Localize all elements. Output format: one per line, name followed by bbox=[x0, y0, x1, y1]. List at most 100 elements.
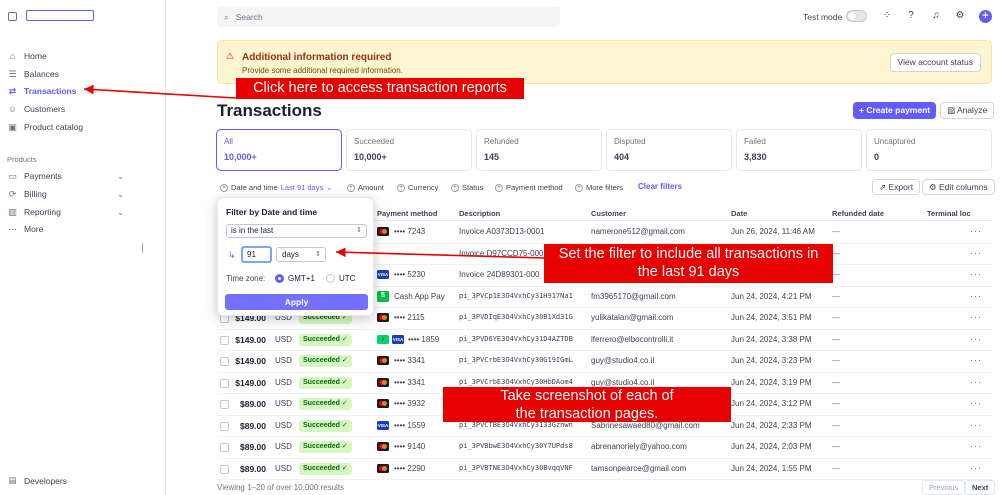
column-header-refunded-date[interactable]: Refunded date bbox=[832, 209, 884, 218]
timezone-utc-label: UTC bbox=[339, 274, 356, 283]
filter-currency[interactable]: + Currency bbox=[397, 181, 438, 194]
tile-uncaptured[interactable]: Uncaptured 0 bbox=[866, 129, 992, 171]
chevron-down-icon: ⌄ bbox=[326, 183, 333, 192]
condition-select[interactable]: is in the last ⇕ bbox=[226, 224, 367, 238]
column-header-payment-method[interactable]: Payment method bbox=[377, 209, 437, 218]
apply-button[interactable]: Apply bbox=[225, 294, 368, 310]
export-icon: ⇗ bbox=[879, 182, 887, 192]
filter-more[interactable]: + More filters bbox=[575, 181, 623, 194]
sidebar-item-home[interactable]: ⌂ Home bbox=[7, 49, 157, 63]
timezone-utc-radio[interactable] bbox=[326, 274, 335, 283]
remove-filter-icon: × bbox=[220, 183, 228, 192]
tile-refunded[interactable]: Refunded 145 bbox=[476, 129, 602, 171]
filter-date-and-time[interactable]: × Date and time Last 91 days ⌄ bbox=[220, 181, 333, 194]
previous-page-button[interactable]: Previous bbox=[922, 480, 966, 495]
home-icon: ⌂ bbox=[9, 51, 16, 61]
currency: USD bbox=[275, 356, 292, 365]
customer: tamsonpearce@gmail.com bbox=[591, 463, 687, 473]
tile-succeeded[interactable]: Succeeded 10,000+ bbox=[346, 129, 472, 171]
sidebar-item-transactions[interactable]: ⇄ Transactions bbox=[7, 84, 157, 98]
chevron-down-icon: ⌄ bbox=[117, 189, 124, 199]
link-icon: › bbox=[377, 334, 389, 344]
filter-payment-method[interactable]: + Payment method bbox=[495, 181, 563, 194]
row-actions-icon[interactable]: ··· bbox=[970, 269, 982, 279]
status-badge: Succeeded ✓ bbox=[299, 333, 352, 346]
sidebar-item-developers[interactable]: ▤ Developers bbox=[7, 475, 67, 486]
sidebar-item-billing[interactable]: ⟳ Billing ⌄ bbox=[7, 187, 157, 201]
tile-failed[interactable]: Failed 3,830 bbox=[736, 129, 862, 171]
customer: guy@studio4.co.il bbox=[591, 377, 655, 387]
row-checkbox[interactable] bbox=[220, 400, 229, 409]
developers-icon: ▤ bbox=[8, 475, 17, 485]
sidebar-item-reporting[interactable]: ▥ Reporting ⌄ bbox=[7, 205, 157, 219]
apps-icon[interactable]: ⁘ bbox=[881, 10, 893, 22]
currency: USD bbox=[275, 334, 292, 344]
sidebar-item-more[interactable]: ··· More bbox=[7, 222, 157, 236]
test-mode-toggle[interactable] bbox=[846, 10, 867, 22]
row-checkbox[interactable] bbox=[220, 443, 229, 452]
row-actions-icon[interactable]: ··· bbox=[970, 420, 982, 430]
row-actions-icon[interactable]: ··· bbox=[970, 441, 982, 451]
bell-icon[interactable]: ♫ bbox=[930, 10, 942, 22]
export-button[interactable]: ⇗ Export bbox=[872, 179, 921, 195]
column-header-terminal-location[interactable]: Terminal loc bbox=[927, 209, 971, 218]
search-icon: ⌕ bbox=[224, 11, 229, 22]
mastercard-icon bbox=[377, 377, 389, 387]
search-input[interactable]: ⌕ Search bbox=[217, 7, 560, 27]
gear-icon[interactable]: ⚙ bbox=[954, 10, 966, 22]
row-checkbox[interactable] bbox=[220, 335, 229, 345]
sidebar-item-product-catalog[interactable]: ▣ Product catalog bbox=[7, 120, 157, 134]
table-row[interactable]: $149.00 USD Succeeded ✓ › VISA •••• 1859 pi_3P… bbox=[217, 330, 992, 351]
row-actions-icon[interactable]: ··· bbox=[970, 355, 982, 365]
row-actions-icon[interactable]: ··· bbox=[970, 248, 982, 258]
add-filter-icon: + bbox=[495, 183, 503, 192]
unit-select[interactable]: days ⇕ bbox=[276, 247, 326, 262]
status-badge: Succeeded ✓ bbox=[299, 355, 352, 367]
days-number-input[interactable]: 91 bbox=[241, 246, 272, 263]
table-row[interactable]: $89.00 USD Succeeded ✓ •••• 2290 pi_3PVBTNE3… bbox=[217, 459, 992, 480]
row-actions-icon[interactable]: ··· bbox=[970, 312, 982, 322]
row-actions-icon[interactable]: ··· bbox=[970, 291, 982, 301]
row-actions-icon[interactable]: ··· bbox=[970, 377, 982, 387]
filter-status[interactable]: + Status bbox=[451, 181, 483, 194]
timezone-gmt-radio[interactable] bbox=[275, 274, 284, 283]
table-row[interactable]: $89.00 USD Succeeded ✓ •••• 9140 pi_3PVBbwE3… bbox=[217, 437, 992, 459]
row-checkbox[interactable] bbox=[220, 357, 229, 366]
clear-filters-link[interactable]: Clear filters bbox=[638, 182, 682, 191]
view-account-status-button[interactable]: View account status bbox=[889, 53, 981, 72]
currency: USD bbox=[275, 420, 292, 430]
row-actions-icon[interactable]: ··· bbox=[970, 226, 982, 236]
tile-all[interactable]: All 10,000+ bbox=[216, 129, 342, 171]
mastercard-icon bbox=[377, 227, 389, 236]
row-actions-icon[interactable]: ··· bbox=[970, 398, 982, 408]
date-filter-popup: Filter by Date and time is in the last ⇕… bbox=[217, 197, 374, 316]
column-header-customer[interactable]: Customer bbox=[591, 209, 626, 218]
row-checkbox[interactable] bbox=[220, 421, 229, 431]
sidebar-item-payments[interactable]: ▭ Payments ⌄ bbox=[7, 169, 157, 183]
description: Invoice D97CCD75-000 bbox=[459, 248, 544, 258]
filter-amount[interactable]: + Amount bbox=[347, 181, 384, 194]
sidebar-collapse-handle[interactable] bbox=[142, 243, 143, 253]
analyze-button[interactable]: ▨ Analyze bbox=[940, 102, 995, 119]
row-checkbox[interactable] bbox=[220, 378, 229, 388]
help-icon[interactable]: ? bbox=[905, 10, 917, 22]
create-payment-button[interactable]: + Create payment bbox=[853, 102, 937, 119]
tile-disputed[interactable]: Disputed 404 bbox=[606, 129, 732, 171]
edit-columns-button[interactable]: ⚙ Edit columns bbox=[922, 179, 995, 195]
row-checkbox[interactable] bbox=[220, 464, 229, 474]
refunded-date: — bbox=[832, 313, 840, 322]
row-actions-icon[interactable]: ··· bbox=[970, 334, 982, 344]
create-plus-button[interactable]: + bbox=[979, 10, 992, 23]
sidebar-item-balances[interactable]: ☰ Balances bbox=[7, 67, 157, 81]
sidebar-item-customers[interactable]: ☺ Customers bbox=[7, 102, 157, 116]
next-page-button[interactable]: Next bbox=[965, 480, 996, 495]
description: pi_3PVBTNE3O4VxhCy30BvqqVNF bbox=[459, 463, 573, 472]
mastercard-icon bbox=[377, 399, 389, 408]
add-filter-icon: + bbox=[575, 183, 583, 192]
table-row[interactable]: $149.00 USD Succeeded ✓ •••• 3341 pi_3PVCrbE… bbox=[217, 351, 992, 373]
account-switcher[interactable] bbox=[26, 10, 94, 21]
date: Jun 24, 2024, 3:12 PM bbox=[731, 399, 812, 408]
column-header-description[interactable]: Description bbox=[459, 209, 500, 218]
column-header-date[interactable]: Date bbox=[731, 209, 747, 218]
row-actions-icon[interactable]: ··· bbox=[970, 463, 982, 473]
